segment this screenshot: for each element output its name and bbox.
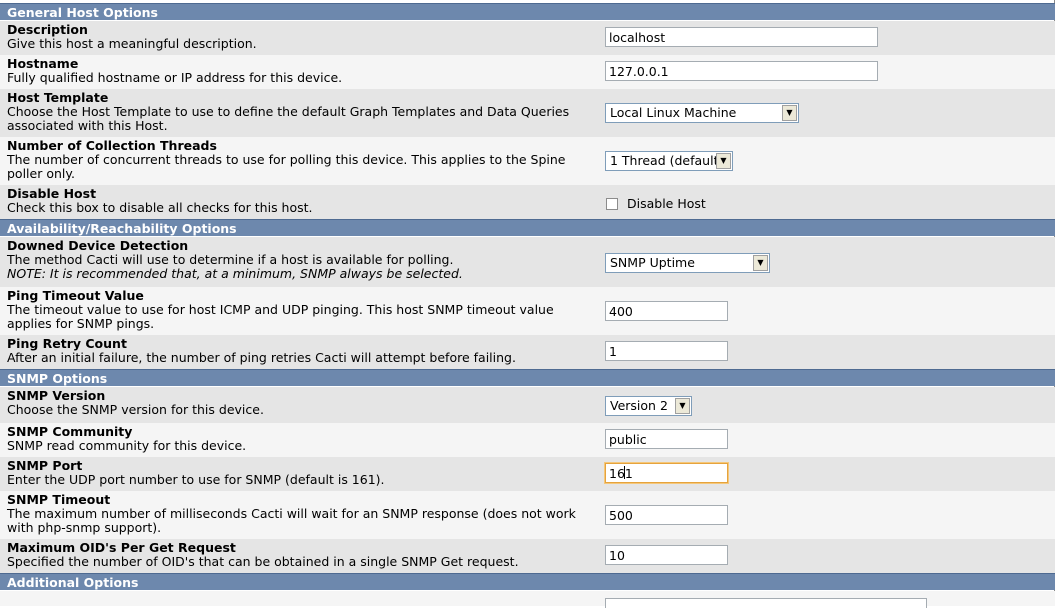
disable-host-desc: Check this box to disable all checks for… bbox=[7, 200, 313, 215]
host-template-title: Host Template bbox=[7, 90, 109, 105]
row-threads: Number of Collection Threads The number … bbox=[0, 137, 1055, 185]
snmp-community-desc: SNMP read community for this device. bbox=[7, 438, 247, 453]
max-oids-title: Maximum OID's Per Get Request bbox=[7, 540, 236, 555]
section-header-additional: Additional Options bbox=[0, 573, 1055, 590]
ping-retry-input[interactable] bbox=[605, 341, 728, 361]
max-oids-desc: Specified the number of OID's that can b… bbox=[7, 554, 519, 569]
row-additional-partial bbox=[0, 591, 1055, 608]
ping-retry-title: Ping Retry Count bbox=[7, 336, 127, 351]
additional-input-partial[interactable] bbox=[605, 598, 927, 608]
snmp-port-desc: Enter the UDP port number to use for SNM… bbox=[7, 472, 385, 487]
downed-detection-selected: SNMP Uptime bbox=[610, 255, 695, 270]
host-template-select[interactable]: Local Linux Machine ▼ bbox=[605, 103, 799, 123]
disable-host-title: Disable Host bbox=[7, 186, 97, 201]
downed-detection-title: Downed Device Detection bbox=[7, 238, 189, 253]
row-description: Description Give this host a meaningful … bbox=[0, 21, 1055, 55]
row-ping-retry: Ping Retry Count After an initial failur… bbox=[0, 335, 1055, 369]
snmp-community-title: SNMP Community bbox=[7, 424, 133, 439]
chevron-down-icon[interactable]: ▼ bbox=[716, 153, 731, 169]
hostname-title: Hostname bbox=[7, 56, 79, 71]
max-oids-input[interactable] bbox=[605, 545, 728, 565]
row-disable-host: Disable Host Check this box to disable a… bbox=[0, 185, 1055, 219]
section-header-availability: Availability/Reachability Options bbox=[0, 219, 1055, 236]
snmp-version-desc: Choose the SNMP version for this device. bbox=[7, 402, 264, 417]
downed-detection-select[interactable]: SNMP Uptime ▼ bbox=[605, 253, 770, 273]
disable-host-checkbox-label[interactable]: Disable Host bbox=[627, 196, 706, 211]
text-cursor bbox=[624, 466, 625, 479]
disable-host-checkbox[interactable] bbox=[606, 197, 618, 210]
snmp-timeout-desc: The maximum number of milliseconds Cacti… bbox=[7, 506, 576, 535]
chevron-down-icon[interactable]: ▼ bbox=[782, 105, 797, 121]
description-desc: Give this host a meaningful description. bbox=[7, 36, 257, 51]
row-hostname: Hostname Fully qualified hostname or IP … bbox=[0, 55, 1055, 89]
threads-select[interactable]: 1 Thread (default) ▼ bbox=[605, 151, 733, 171]
section-header-snmp: SNMP Options bbox=[0, 369, 1055, 386]
snmp-port-title: SNMP Port bbox=[7, 458, 83, 473]
chevron-down-icon[interactable]: ▼ bbox=[675, 398, 690, 414]
snmp-version-title: SNMP Version bbox=[7, 388, 106, 403]
snmp-timeout-input[interactable] bbox=[605, 505, 728, 525]
downed-detection-note: NOTE: It is recommended that, at a minim… bbox=[7, 266, 463, 281]
row-snmp-port: SNMP Port Enter the UDP port number to u… bbox=[0, 457, 1055, 491]
downed-detection-desc: The method Cacti will use to determine i… bbox=[7, 252, 454, 267]
section-header-general: General Host Options bbox=[0, 3, 1055, 20]
snmp-community-input[interactable] bbox=[605, 429, 728, 449]
ping-retry-desc: After an initial failure, the number of … bbox=[7, 350, 516, 365]
row-snmp-timeout: SNMP Timeout The maximum number of milli… bbox=[0, 491, 1055, 539]
snmp-version-select[interactable]: Version 2 ▼ bbox=[605, 396, 692, 416]
hostname-desc: Fully qualified hostname or IP address f… bbox=[7, 70, 343, 85]
host-template-desc: Choose the Host Template to use to defin… bbox=[7, 104, 570, 133]
threads-title: Number of Collection Threads bbox=[7, 138, 217, 153]
host-settings-form: General Host Options Description Give th… bbox=[0, 0, 1055, 608]
description-title: Description bbox=[7, 22, 88, 37]
chevron-down-icon[interactable]: ▼ bbox=[753, 255, 768, 271]
row-host-template: Host Template Choose the Host Template t… bbox=[0, 89, 1055, 137]
row-ping-timeout: Ping Timeout Value The timeout value to … bbox=[0, 287, 1055, 335]
ping-timeout-input[interactable] bbox=[605, 301, 728, 321]
snmp-version-selected: Version 2 bbox=[610, 398, 668, 413]
threads-selected: 1 Thread (default) bbox=[610, 153, 724, 168]
snmp-timeout-title: SNMP Timeout bbox=[7, 492, 111, 507]
row-snmp-community: SNMP Community SNMP read community for t… bbox=[0, 423, 1055, 457]
row-snmp-version: SNMP Version Choose the SNMP version for… bbox=[0, 387, 1055, 423]
host-template-selected: Local Linux Machine bbox=[610, 105, 737, 120]
ping-timeout-title: Ping Timeout Value bbox=[7, 288, 144, 303]
ping-timeout-desc: The timeout value to use for host ICMP a… bbox=[7, 302, 554, 331]
row-max-oids: Maximum OID's Per Get Request Specified … bbox=[0, 539, 1055, 573]
threads-desc: The number of concurrent threads to use … bbox=[7, 152, 566, 181]
description-input[interactable] bbox=[605, 27, 878, 47]
hostname-input[interactable] bbox=[605, 61, 878, 81]
row-downed-detection: Downed Device Detection The method Cacti… bbox=[0, 237, 1055, 287]
